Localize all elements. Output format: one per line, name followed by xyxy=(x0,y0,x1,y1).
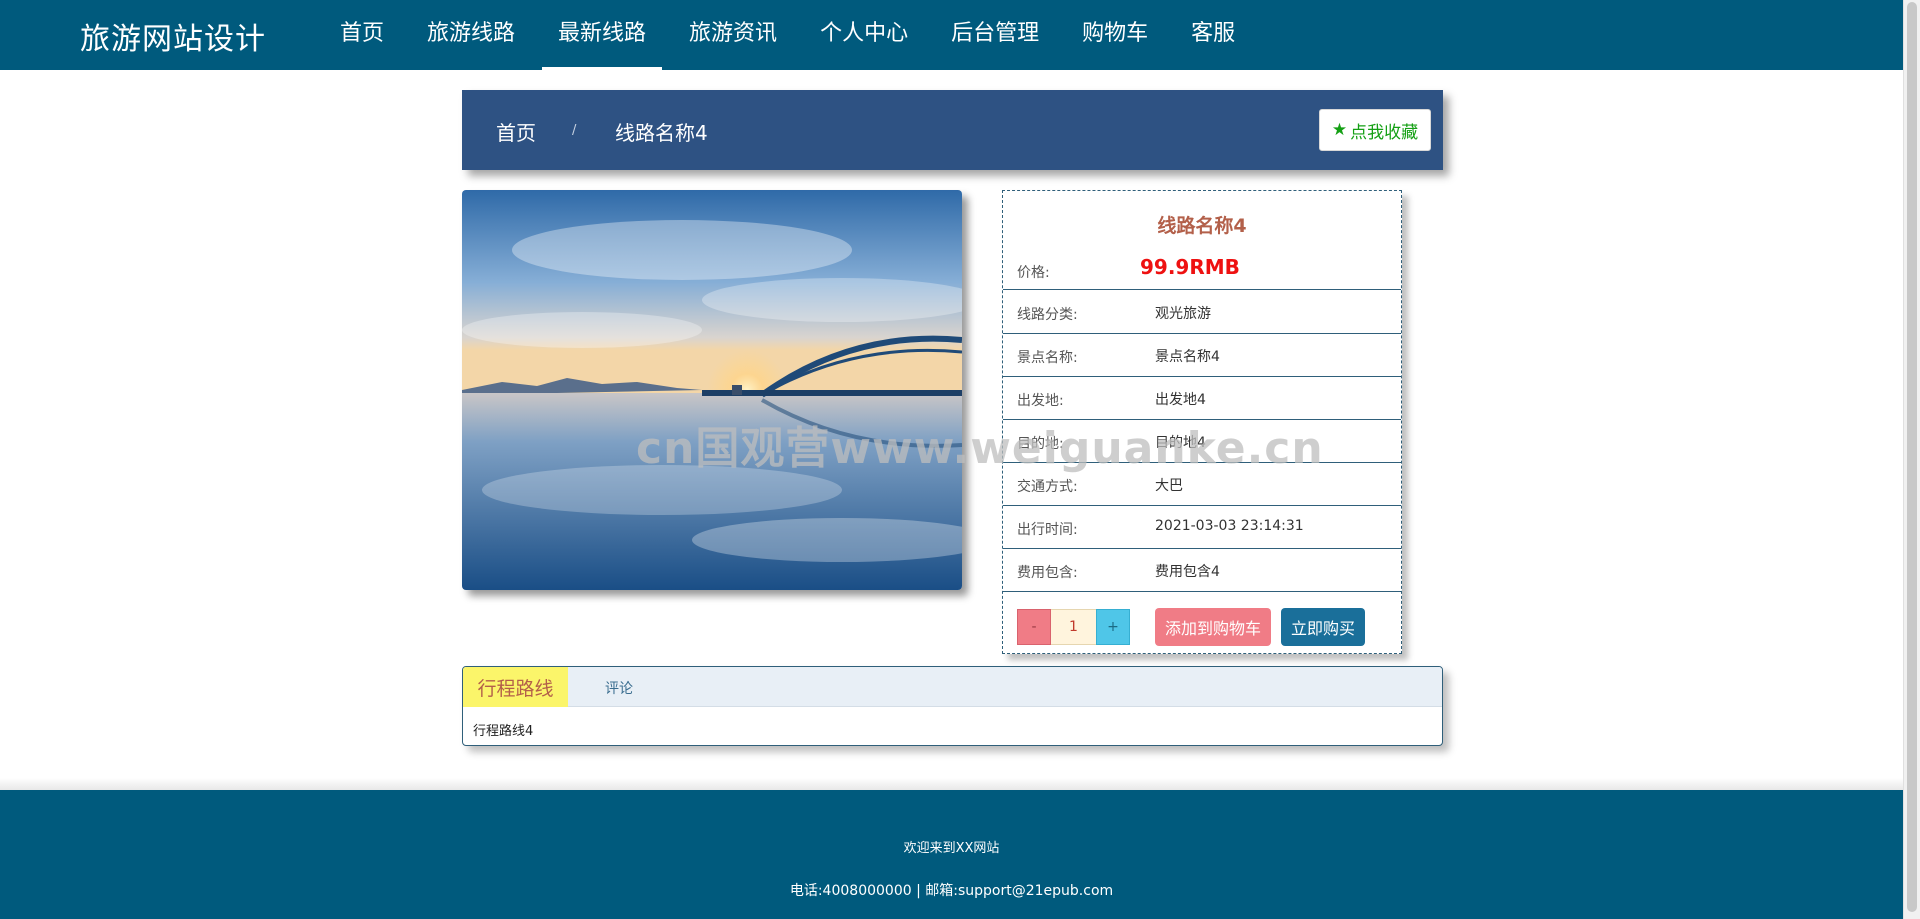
nav-item-routes[interactable]: 旅游线路 xyxy=(411,0,531,70)
quantity-decrease-button[interactable]: - xyxy=(1017,609,1051,645)
field-label: 费用包含: xyxy=(1017,565,1078,581)
field-label: 出发地: xyxy=(1017,393,1064,409)
tab-itinerary[interactable]: 行程路线 xyxy=(463,667,568,707)
nav-item-cart[interactable]: 购物车 xyxy=(1066,0,1164,70)
breadcrumb-home-link[interactable]: 首页 xyxy=(496,117,536,146)
quantity-stepper: - 1 + xyxy=(1017,609,1130,645)
footer: 欢迎来到XX网站 电话:4008000000 | 邮箱:support@21ep… xyxy=(0,790,1903,919)
field-value: 费用包含4 xyxy=(1155,564,1220,580)
breadcrumb-separator: / xyxy=(572,123,577,138)
field-label: 景点名称: xyxy=(1017,350,1078,366)
price-row: 价格: 99.9RMB xyxy=(1003,255,1401,290)
field-row-departure: 出发地: 出发地4 xyxy=(1003,377,1401,420)
page-scrollbar[interactable] xyxy=(1903,0,1920,919)
nav-item-home[interactable]: 首页 xyxy=(324,0,400,70)
field-row-attraction: 景点名称: 景点名称4 xyxy=(1003,334,1401,377)
nav-item-profile[interactable]: 个人中心 xyxy=(804,0,924,70)
field-row-fee-includes: 费用包含: 费用包含4 xyxy=(1003,549,1401,592)
site-brand[interactable]: 旅游网站设计 xyxy=(80,14,266,58)
tab-content: 行程路线4 xyxy=(473,724,534,739)
footer-divider xyxy=(0,778,1903,790)
buy-now-button[interactable]: 立即购买 xyxy=(1281,608,1365,646)
field-label: 线路分类: xyxy=(1017,307,1078,323)
field-label: 出行时间: xyxy=(1017,522,1078,538)
field-value: 大巴 xyxy=(1155,478,1183,494)
top-navbar: 旅游网站设计 首页 旅游线路 最新线路 旅游资讯 个人中心 后台管理 购物车 客… xyxy=(0,0,1903,70)
tab-comments[interactable]: 评论 xyxy=(605,678,633,698)
product-title: 线路名称4 xyxy=(1157,215,1247,237)
favorite-button-label: 点我收藏 xyxy=(1350,122,1419,143)
price-value: 99.9RMB xyxy=(1140,255,1240,279)
product-info-panel: 线路名称4 价格: 99.9RMB 线路分类: 观光旅游 景点名称: 景点名称4… xyxy=(1002,190,1402,654)
nav-item-news[interactable]: 旅游资讯 xyxy=(673,0,793,70)
breadcrumb-current: 线路名称4 xyxy=(615,121,708,145)
quantity-increase-button[interactable]: + xyxy=(1096,609,1130,645)
bridge-landscape-image xyxy=(462,190,962,590)
field-label: 交通方式: xyxy=(1017,479,1078,495)
product-image xyxy=(462,190,962,590)
nav-item-latest-routes[interactable]: 最新线路 xyxy=(542,0,663,70)
price-label: 价格: xyxy=(1017,265,1050,281)
main-nav: 首页 旅游线路 最新线路 旅游资讯 个人中心 后台管理 购物车 客服 xyxy=(324,0,1262,70)
field-row-destination: 目的地: 目的地4 xyxy=(1003,420,1401,463)
tabs-header: 行程路线 评论 xyxy=(463,667,1442,707)
add-to-cart-button[interactable]: 添加到购物车 xyxy=(1155,608,1271,646)
favorite-button[interactable]: ★ 点我收藏 xyxy=(1319,109,1431,151)
quantity-input[interactable]: 1 xyxy=(1051,609,1096,645)
scrollbar-thumb[interactable] xyxy=(1907,2,1917,912)
footer-contact-text: 电话:4008000000 | 邮箱:support@21epub.com xyxy=(789,883,1114,899)
field-row-transport: 交通方式: 大巴 xyxy=(1003,463,1401,506)
field-value: 出发地4 xyxy=(1155,392,1206,408)
breadcrumb: 首页 / 线路名称4 ★ 点我收藏 xyxy=(462,90,1443,170)
field-value: 2021-03-03 23:14:31 xyxy=(1155,518,1304,534)
detail-tabs-panel: 行程路线 评论 行程路线4 xyxy=(462,666,1443,746)
footer-welcome-text: 欢迎来到XX网站 xyxy=(903,841,1000,856)
field-row-travel-time: 出行时间: 2021-03-03 23:14:31 xyxy=(1003,506,1401,549)
field-label: 目的地: xyxy=(1017,436,1064,452)
field-row-category: 线路分类: 观光旅游 xyxy=(1003,291,1401,334)
field-value: 观光旅游 xyxy=(1155,306,1211,322)
nav-item-admin[interactable]: 后台管理 xyxy=(935,0,1055,70)
field-value: 景点名称4 xyxy=(1155,349,1220,365)
star-icon: ★ xyxy=(1331,120,1348,140)
nav-item-support[interactable]: 客服 xyxy=(1175,0,1251,70)
field-value: 目的地4 xyxy=(1155,435,1206,451)
